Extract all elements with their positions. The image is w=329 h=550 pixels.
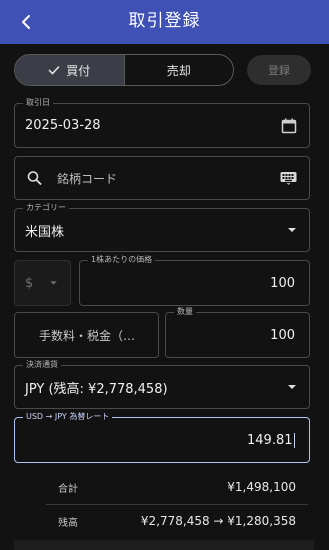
sell-toggle-button[interactable]: 売却 (123, 55, 234, 85)
fx-rate-field[interactable]: USD → JPY 為替レート 149.81 (14, 412, 310, 463)
quantity-field[interactable]: 数量 100 (165, 307, 310, 358)
sell-label: 売却 (166, 63, 191, 78)
check-icon (48, 65, 60, 75)
trade-date-value: 2025-03-28 (25, 118, 101, 133)
fx-rate-text: 149.81 (247, 432, 293, 448)
register-button[interactable]: 登録 (247, 55, 311, 85)
dropdown-arrow-icon (287, 384, 297, 390)
symbol-placeholder: 銘柄コード (57, 171, 118, 186)
currency-symbol-select[interactable]: $ (14, 260, 71, 306)
settlement-currency-select[interactable]: 決済通貨 JPY (残高: ¥2,778,458) (14, 360, 310, 409)
category-select[interactable]: カテゴリー 米国株 (14, 203, 310, 252)
buy-toggle-button[interactable]: 買付 (15, 55, 124, 85)
currency-symbol-value: $ (25, 275, 34, 291)
fx-rate-value: 149.81 (247, 418, 295, 462)
trade-type-toggle: 買付 売却 (14, 54, 234, 86)
app-bar: 取引登録 (0, 0, 329, 44)
page-title: 取引登録 (128, 11, 201, 31)
footer-band (14, 540, 314, 550)
dropdown-arrow-icon (287, 227, 297, 233)
calendar-icon[interactable] (281, 118, 297, 134)
keyboard-icon[interactable] (280, 171, 297, 185)
price-per-share-value: 100 (270, 275, 295, 291)
total-label: 合計 (58, 483, 78, 495)
settlement-currency-value: JPY (残高: ¥2,778,458) (25, 381, 168, 397)
text-cursor (293, 432, 295, 448)
search-icon (27, 171, 42, 186)
buy-label: 買付 (66, 63, 91, 78)
fees-taxes-label: 手数料・税金（… (39, 328, 136, 343)
summary-balance-row: 残高 ¥2,778,458 → ¥1,280,358 (46, 504, 308, 538)
fees-taxes-field[interactable]: 手数料・税金（… (14, 312, 159, 358)
balance-label: 残高 (58, 517, 78, 529)
dropdown-arrow-icon (49, 281, 58, 286)
trade-date-field[interactable]: 取引日 2025-03-28 (14, 98, 310, 148)
symbol-search-field[interactable]: 銘柄コード (14, 156, 310, 200)
fx-rate-label: USD → JPY 為替レート (23, 412, 113, 422)
quantity-value: 100 (270, 327, 295, 343)
category-value: 米国株 (25, 224, 65, 240)
quantity-label: 数量 (174, 307, 196, 317)
summary-total-row: 合計 ¥1,498,100 (46, 470, 308, 504)
price-per-share-field[interactable]: 1株あたりの価格 100 (79, 255, 310, 306)
price-per-share-label: 1株あたりの価格 (88, 255, 156, 265)
balance-value: ¥2,778,458 → ¥1,280,358 (140, 514, 296, 528)
total-value: ¥1,498,100 (227, 480, 296, 494)
